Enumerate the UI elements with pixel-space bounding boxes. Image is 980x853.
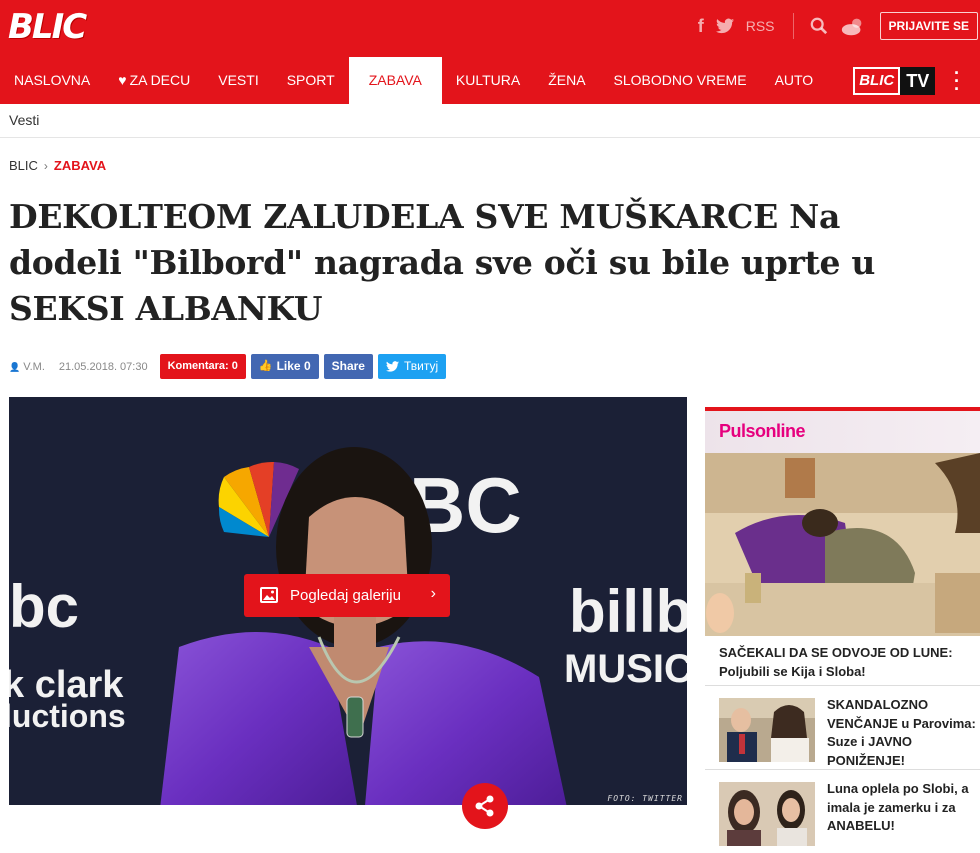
pulsonline-logo: Pulsonline [719,421,806,441]
nav-za-decu-label: ZA DECU [129,72,191,88]
author-name: V.M. [23,360,45,373]
subbar-label[interactable]: Vesti [9,112,39,128]
share-icon [475,795,494,817]
backdrop-text: luctions [9,698,126,734]
blic-tv-link[interactable]: BLIC TV [853,66,936,95]
author: 👤 V.M. [9,361,45,373]
top-right-tools: f RSS PRIJAVITE SE [698,0,980,52]
comments-button[interactable]: Komentara: 0 [159,354,246,379]
share-button[interactable] [462,783,508,829]
blic-logo[interactable]: BLIC [8,4,87,50]
sub-bar: Vesti [0,104,980,138]
view-gallery-button[interactable]: Pogledaj galeriju › [244,574,450,617]
article-title: DEKOLTEOM ZALUDELA SVE MUŠKARCE Na dodel… [9,197,876,328]
nav-sport[interactable]: SPORT [273,57,349,104]
feature-photo-illustration [705,453,980,636]
facebook-share-button[interactable]: Share [323,354,373,379]
list-item[interactable]: Luna oplela po Slobi, a imala je zamerku… [705,769,980,853]
top-bar: BLIC f RSS PRIJAVITE SE [0,0,980,57]
list-item[interactable]: SKANDALOZNO VENČANJE u Parovima: Suze i … [705,685,980,769]
nav-slobodno-vreme[interactable]: SLOBODNO VREME [600,57,761,104]
feature-title[interactable]: SAČEKALI DA SE ODVOJE OD LUNE: Poljubili… [719,643,969,681]
like-label: Like 0 [276,359,311,373]
logo-text: BLIC [8,7,87,47]
nav-kultura[interactable]: KULTURA [442,57,534,104]
tv-label: TV [900,66,936,95]
pulsonline-widget: Pulsonline SAČEKALI DA SE ODVOJE OD LUNE… [705,407,980,846]
twitter-bird-icon [385,361,399,372]
user-icon: 👤 [9,361,21,372]
publish-date: 21.05.2018. 07:30 [58,360,148,373]
backdrop-text: billb [569,578,687,645]
thumbnail-illustration [719,698,815,762]
backdrop-text: MUSIC [564,647,687,691]
tweet-button[interactable]: Твитуј [377,354,447,379]
photo-credit: FOTO: TWITTER [607,794,683,803]
search-icon[interactable] [810,17,828,35]
heart-icon: ♥ [118,72,127,88]
article-main-image[interactable]: BC billb MUSIC k clark luctions bc Pogle… [9,397,687,805]
backdrop-text: bc [9,573,79,640]
facebook-like-button[interactable]: 👍 Like 0 [250,354,319,379]
list-item-thumbnail [719,698,815,762]
nav-auto[interactable]: AUTO [761,57,828,104]
login-button[interactable]: PRIJAVITE SE [879,12,978,40]
nav-za-decu[interactable]: ♥ ZA DECU [104,57,204,104]
article-meta: 👤 V.M. 21.05.2018. 07:30 Komentara: 0 👍 L… [9,354,451,379]
facebook-icon[interactable]: f [698,16,704,37]
main-nav: NASLOVNA ♥ ZA DECU VESTI SPORT ZABAVA KUL… [0,57,980,104]
pulsonline-header[interactable]: Pulsonline [705,411,980,453]
chevron-right-icon: › [430,585,436,602]
nav-vesti[interactable]: VESTI [204,57,272,104]
tweet-label: Твитуј [403,359,439,373]
twitter-icon[interactable] [715,18,734,34]
rss-link[interactable]: RSS [746,18,775,34]
nav-zabava[interactable]: ZABAVA [348,57,442,104]
nav-zena[interactable]: ŽENA [534,57,599,104]
breadcrumb-section[interactable]: ZABAVA [54,158,106,173]
list-item-title: Luna oplela po Slobi, a imala je zamerku… [827,781,969,833]
nav-naslovna[interactable]: NASLOVNA [0,57,104,104]
view-gallery-label: Pogledaj galeriju [290,587,401,604]
breadcrumb-home[interactable]: BLIC [9,158,38,173]
more-menu-icon[interactable]: · · · [954,64,960,98]
list-item-title: SKANDALOZNO VENČANJE u Parovima: Suze i … [827,697,976,768]
image-icon [260,587,278,603]
list-item-thumbnail [719,782,815,846]
chevron-right-icon: › [43,158,48,173]
feature-image[interactable] [705,453,980,636]
weather-icon[interactable] [840,15,866,37]
thumbnail-illustration [719,782,815,846]
divider [792,13,794,39]
breadcrumb: BLIC › ZABAVA [9,158,106,173]
thumbs-up-icon: 👍 [258,360,273,372]
blic-tv-logo: BLIC [853,66,901,95]
